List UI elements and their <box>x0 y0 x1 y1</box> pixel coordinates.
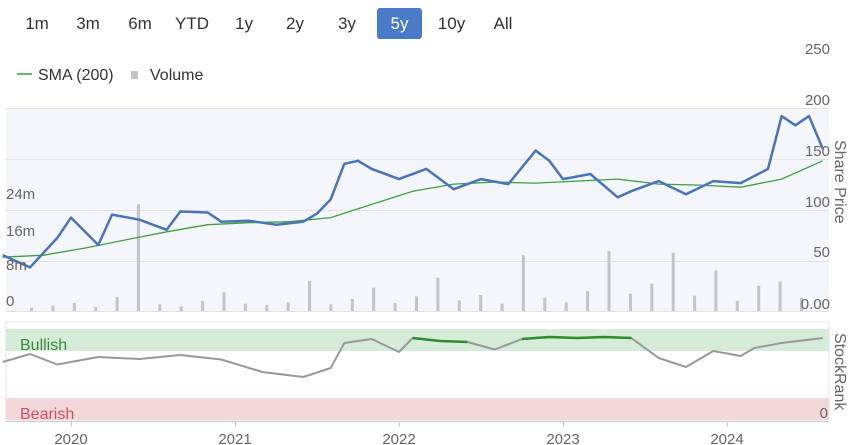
volume-bar <box>586 291 590 311</box>
volume-bar <box>543 297 547 311</box>
volume-bar <box>222 292 226 311</box>
volume-tick-0: 0 <box>6 293 14 310</box>
volume-bar <box>735 301 739 311</box>
volume-bar <box>393 303 397 311</box>
x-tick-2021: 2021 <box>218 431 251 445</box>
volume-bar <box>778 281 782 311</box>
price-tick-0: 0.00 <box>801 296 830 313</box>
price-tick-150: 150 <box>805 143 830 160</box>
volume-bar <box>500 303 504 311</box>
volume-bar <box>415 296 418 311</box>
volume-bar <box>650 283 654 311</box>
volume-bar <box>72 303 76 311</box>
bearish-label: Bearish <box>20 406 74 423</box>
volume-bar <box>308 281 312 311</box>
volume-bar <box>372 287 376 311</box>
volume-bar <box>479 295 483 311</box>
volume-bar <box>115 297 119 311</box>
volume-bar <box>457 300 461 311</box>
volume-bar <box>286 302 290 311</box>
stockrank-axis-title: StockRank <box>831 333 848 411</box>
volume-bar <box>607 251 611 311</box>
x-tick-2020: 2020 <box>54 431 87 445</box>
legend-sma-label[interactable]: SMA (200) <box>38 67 114 84</box>
volume-bar <box>521 255 525 311</box>
x-tick-2023: 2023 <box>546 431 579 445</box>
price-tick-250: 250 <box>805 41 830 58</box>
volume-bar <box>51 305 55 311</box>
volume-tick-24m: 24m <box>6 186 35 203</box>
bullish-band <box>6 329 829 351</box>
volume-bar <box>30 307 33 311</box>
volume-bar <box>671 253 675 311</box>
volume-bar <box>329 304 333 311</box>
volume-bar <box>714 270 718 311</box>
bullish-label: Bullish <box>20 337 67 354</box>
stockrank-tick-0: 0 <box>820 405 828 422</box>
price-axis-title: Share Price <box>831 140 848 224</box>
legend: SMA (200) Volume <box>17 67 203 84</box>
price-plot-background <box>6 108 829 311</box>
stock-chart[interactable]: SMA (200) Volume 250 200 150 100 50 0.00… <box>0 0 856 445</box>
price-tick-100: 100 <box>805 194 830 211</box>
volume-tick-16m: 16m <box>6 223 35 240</box>
volume-bar <box>158 304 162 311</box>
volume-bar <box>179 306 183 311</box>
volume-bar <box>94 307 98 311</box>
volume-bar <box>265 305 269 311</box>
volume-bar <box>693 295 697 311</box>
price-tick-200: 200 <box>805 92 830 109</box>
volume-bar <box>243 303 247 311</box>
volume-bar <box>757 285 761 311</box>
volume-bar <box>350 299 354 311</box>
legend-volume-label[interactable]: Volume <box>150 67 203 84</box>
volume-tick-8m: 8m <box>6 257 27 274</box>
time-axis: 2020 2021 2022 2023 2024 <box>6 421 829 445</box>
volume-bar <box>628 293 632 311</box>
volume-bar <box>201 301 205 311</box>
legend-volume-swatch <box>131 71 138 79</box>
price-tick-50: 50 <box>813 244 830 261</box>
x-tick-2022: 2022 <box>382 431 415 445</box>
volume-bar <box>564 302 568 311</box>
x-tick-2024: 2024 <box>710 431 743 445</box>
bearish-band <box>6 398 829 420</box>
volume-bar <box>436 277 440 311</box>
